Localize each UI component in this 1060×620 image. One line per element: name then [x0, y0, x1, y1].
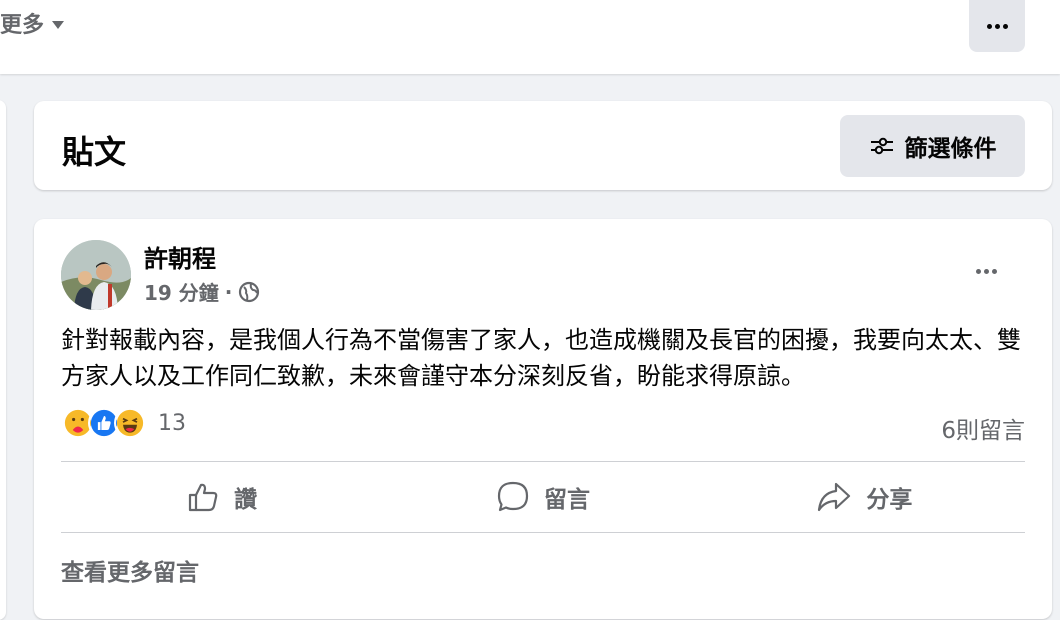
- post-text: 針對報載內容，是我個人行為不當傷害了家人，也造成機關及長官的困擾，我要向太太、雙…: [61, 326, 1021, 390]
- post-author-name[interactable]: 許朝程: [144, 239, 216, 274]
- haha-reaction-icon: [114, 407, 146, 439]
- comment-bubble-icon: [497, 481, 529, 512]
- share-button-label: 分享: [866, 487, 913, 513]
- comment-count-link[interactable]: 6則留言: [941, 411, 1025, 445]
- posts-header-card: 貼文 篩選條件: [34, 101, 1052, 190]
- like-button-label: 讚: [234, 487, 258, 513]
- post-options-button[interactable]: [964, 257, 1008, 285]
- more-dots-icon: [986, 23, 1008, 29]
- post-meta: 19 分鐘 ·: [144, 277, 260, 306]
- comment-button-label: 留言: [543, 487, 590, 513]
- meta-separator: ·: [224, 279, 233, 304]
- posts-title: 貼文: [62, 133, 127, 171]
- share-button[interactable]: 分享: [704, 462, 1025, 532]
- post-actions: 讚 留言 分享: [61, 462, 1025, 532]
- share-arrow-icon: [818, 482, 851, 512]
- post-more-dots-icon: [975, 268, 997, 274]
- like-button[interactable]: 讚: [61, 462, 382, 532]
- divider-bottom: [61, 532, 1025, 533]
- filter-sliders-icon: [870, 137, 893, 155]
- filter-button-label: 篩選條件: [904, 136, 997, 162]
- avatar-photo: [61, 240, 131, 310]
- globe-icon[interactable]: [238, 281, 260, 303]
- thumbs-up-icon: [189, 483, 218, 512]
- view-more-comments-link[interactable]: 查看更多留言: [61, 553, 199, 587]
- top-navigation-bar: 更多: [0, 0, 1060, 74]
- caret-down-icon: [52, 20, 65, 29]
- post-timestamp[interactable]: 19 分鐘: [144, 277, 219, 306]
- author-avatar[interactable]: [61, 240, 131, 310]
- more-tab-label: 更多: [0, 13, 45, 38]
- more-tab[interactable]: 更多: [0, 6, 65, 40]
- reaction-count: 13: [158, 410, 186, 436]
- page-options-button[interactable]: [969, 0, 1025, 52]
- comment-button[interactable]: 留言: [382, 462, 703, 532]
- filter-button[interactable]: 篩選條件: [840, 115, 1025, 177]
- reactions-summary[interactable]: 13: [62, 407, 186, 439]
- post-card: 許朝程 19 分鐘 · 針對報載內容，是我個人行為不當傷害了家人，也造成機關及長…: [34, 219, 1052, 619]
- left-column-card: [0, 100, 6, 620]
